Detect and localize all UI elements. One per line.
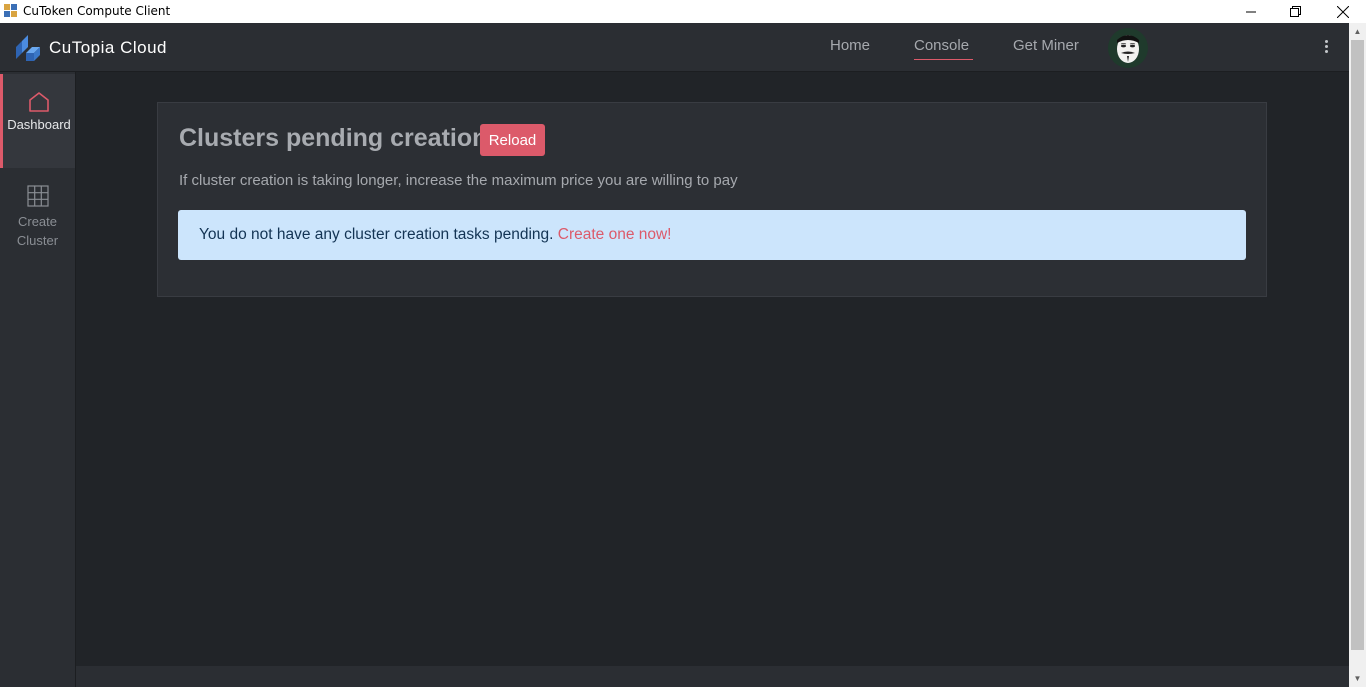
user-avatar-mask-icon — [1117, 35, 1139, 63]
active-nav-indicator — [914, 59, 973, 60]
restore-button[interactable] — [1273, 0, 1318, 23]
restore-icon — [1290, 6, 1301, 17]
page-subtitle: If cluster creation is taking longer, in… — [179, 172, 738, 189]
sidebar-item-label: Dashboard — [7, 117, 71, 132]
minimize-button[interactable] — [1228, 0, 1273, 23]
close-icon — [1336, 5, 1349, 18]
scroll-up-icon: ▲ — [1353, 27, 1362, 36]
alert-text: You do not have any cluster creation tas… — [199, 226, 558, 243]
cutopia-logo-icon — [16, 35, 40, 61]
scroll-up-button[interactable]: ▲ — [1349, 23, 1366, 40]
window-title: CuToken Compute Client — [23, 4, 171, 18]
scroll-down-button[interactable]: ▼ — [1349, 670, 1366, 687]
scroll-thumb[interactable] — [1351, 40, 1364, 650]
reload-button[interactable]: Reload — [480, 124, 545, 156]
sidebar-item-dashboard[interactable]: Dashboard — [0, 74, 75, 168]
vertical-scrollbar[interactable]: ▲ ▼ — [1349, 23, 1366, 687]
brand-name[interactable]: CuTopia Cloud — [49, 38, 167, 58]
page-title: Clusters pending creation — [179, 124, 488, 152]
nav-get-miner-link[interactable]: Get Miner — [1013, 37, 1079, 54]
info-alert: You do not have any cluster creation tas… — [178, 210, 1246, 260]
sidebar-item-create-cluster[interactable]: Create Cluster — [0, 180, 75, 260]
sidebar: Dashboard Create Cluster — [0, 72, 76, 687]
scroll-down-icon: ▼ — [1353, 674, 1362, 683]
nav-console-link[interactable]: Console — [914, 37, 969, 54]
sidebar-item-label: Create Cluster — [16, 214, 59, 248]
window-titlebar: CuToken Compute Client — [0, 0, 1366, 23]
kebab-menu-button[interactable] — [1318, 37, 1334, 55]
close-button[interactable] — [1320, 0, 1365, 23]
home-icon — [29, 92, 49, 112]
nav-home-link[interactable]: Home — [830, 37, 870, 54]
app-icon — [4, 4, 18, 18]
grid-icon — [26, 185, 49, 207]
kebab-menu-icon — [1324, 39, 1328, 43]
alert-message: You do not have any cluster creation tas… — [199, 226, 672, 244]
top-navbar: CuTopia Cloud Home Console Get Miner — [0, 23, 1349, 72]
user-avatar[interactable] — [1108, 28, 1148, 68]
footer-strip — [76, 666, 1349, 687]
pending-clusters-card: Clusters pending creation Reload If clus… — [157, 102, 1267, 297]
minimize-icon — [1245, 11, 1256, 12]
create-cluster-link[interactable]: Create one now! — [558, 226, 672, 243]
